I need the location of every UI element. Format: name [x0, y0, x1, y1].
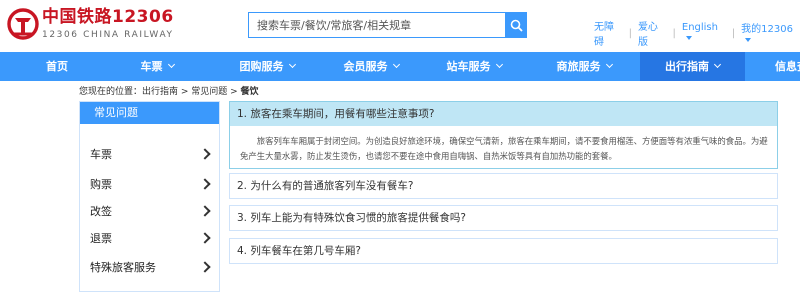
chevron-down-icon: [167, 60, 175, 69]
faq-question: 4. 列车餐车在第几号车厢?: [237, 245, 361, 257]
brand-name-english: 12306 CHINA RAILWAY: [42, 30, 174, 40]
sidebar-item-special-passenger[interactable]: 特殊旅客服务: [80, 255, 219, 281]
search-input[interactable]: [249, 13, 506, 37]
breadcrumb-path[interactable]: 您现在的位置：出行指南 > 常见问题 >: [79, 87, 241, 97]
brand[interactable]: 中国铁路12306 12306 CHINA RAILWAY: [42, 6, 174, 42]
nav-item-label: 团购服务: [239, 60, 284, 73]
accessibility-link[interactable]: 无障碍: [594, 18, 623, 48]
nav-item-label: 会员服务: [343, 60, 388, 73]
language-label: English: [681, 22, 718, 33]
faq-sidebar: 常见问题 车票 购票 改签 退票 特殊旅客服务: [79, 101, 220, 292]
divider: |: [672, 27, 676, 39]
faq-item[interactable]: 3. 列车上能为有特殊饮食习惯的旅客提供餐食吗?: [229, 205, 778, 231]
search-icon: [510, 19, 523, 32]
sidebar-item-tickets[interactable]: 车票: [80, 142, 219, 168]
search-box: [248, 12, 506, 38]
chevron-down-icon: [288, 60, 296, 69]
faq-item[interactable]: 2. 为什么有的普通旅客列车没有餐车?: [229, 173, 778, 199]
chevron-down-icon: [685, 36, 692, 40]
nav-item-label: 站车服务: [446, 60, 491, 73]
sidebar-item-label: 特殊旅客服务: [90, 261, 156, 274]
chevron-down-icon: [605, 60, 613, 69]
nav-item-travel-guide[interactable]: 出行指南: [640, 52, 745, 81]
chevron-down-icon: [713, 60, 722, 69]
chevron-right-icon: [199, 232, 211, 244]
sidebar-item-label: 改签: [90, 205, 112, 218]
nav-item-business-travel[interactable]: 商旅服务: [535, 52, 633, 81]
faq-question: 2. 为什么有的普通旅客列车没有餐车?: [237, 180, 414, 192]
sidebar-item-purchase[interactable]: 购票: [80, 172, 219, 198]
chevron-right-icon: [199, 178, 211, 190]
nav-item-member-services[interactable]: 会员服务: [322, 52, 420, 81]
nav-item-label: 信息查: [775, 60, 800, 73]
nav-item-tickets[interactable]: 车票: [116, 52, 198, 81]
chevron-down-icon: [745, 38, 752, 42]
divider: |: [731, 27, 736, 39]
sidebar-item-label: 购票: [90, 178, 112, 191]
top-links: 无障碍 | 爱心版 | English | 我的12306: [594, 18, 800, 48]
faq-item-open: 1. 旅客在乘车期间，用餐有哪些注意事项? 旅客列车车厢属于封闭空间。为创造良好…: [229, 101, 778, 169]
sidebar-item-label: 退票: [90, 232, 112, 245]
nav-item-station-services[interactable]: 站车服务: [425, 52, 523, 81]
chevron-right-icon: [199, 205, 211, 217]
site-header: 中国铁路12306 12306 CHINA RAILWAY 无障碍 | 爱心版 …: [0, 0, 800, 52]
my-account-menu[interactable]: 我的12306: [741, 20, 800, 46]
nav-item-info-query[interactable]: 信息查: [757, 52, 800, 81]
nav-item-label: 出行指南: [665, 60, 709, 73]
nav-item-home[interactable]: 首页: [22, 52, 92, 81]
sidebar-item-change[interactable]: 改签: [80, 199, 219, 225]
my-account-label: 我的12306: [741, 24, 793, 35]
main-nav: 首页 车票 团购服务 会员服务 站车服务 商旅服务 出行指南 信息查: [0, 52, 800, 81]
divider: |: [628, 27, 632, 39]
nav-item-label: 首页: [46, 60, 68, 73]
language-selector[interactable]: English: [682, 22, 726, 44]
railway-logo-icon[interactable]: [6, 8, 40, 42]
nav-item-group-purchase[interactable]: 团购服务: [218, 52, 316, 81]
chevron-right-icon: [199, 261, 211, 273]
sidebar-title: 常见问题: [80, 102, 219, 124]
breadcrumb: 您现在的位置：出行指南 > 常见问题 > 餐饮: [79, 84, 259, 97]
search-button[interactable]: [505, 12, 527, 38]
brand-name: 中国铁路12306: [42, 7, 174, 27]
faq-question: 3. 列车上能为有特殊饮食习惯的旅客提供餐食吗?: [237, 212, 466, 224]
faq-item[interactable]: 4. 列车餐车在第几号车厢?: [229, 238, 778, 264]
sidebar-item-refund[interactable]: 退票: [80, 226, 219, 252]
care-version-link[interactable]: 爱心版: [638, 18, 667, 48]
sidebar-item-label: 车票: [90, 148, 112, 161]
chevron-down-icon: [392, 60, 400, 69]
nav-item-label: 车票: [140, 60, 163, 73]
faq-question[interactable]: 1. 旅客在乘车期间，用餐有哪些注意事项?: [230, 102, 777, 126]
nav-item-label: 商旅服务: [556, 60, 601, 73]
breadcrumb-current: 餐饮: [240, 87, 259, 97]
faq-answer: 旅客列车车厢属于封闭空间。为创造良好旅途环境，确保空气清新，旅客在乘车期间，请不…: [240, 136, 768, 161]
chevron-down-icon: [495, 60, 503, 69]
chevron-right-icon: [199, 148, 211, 160]
